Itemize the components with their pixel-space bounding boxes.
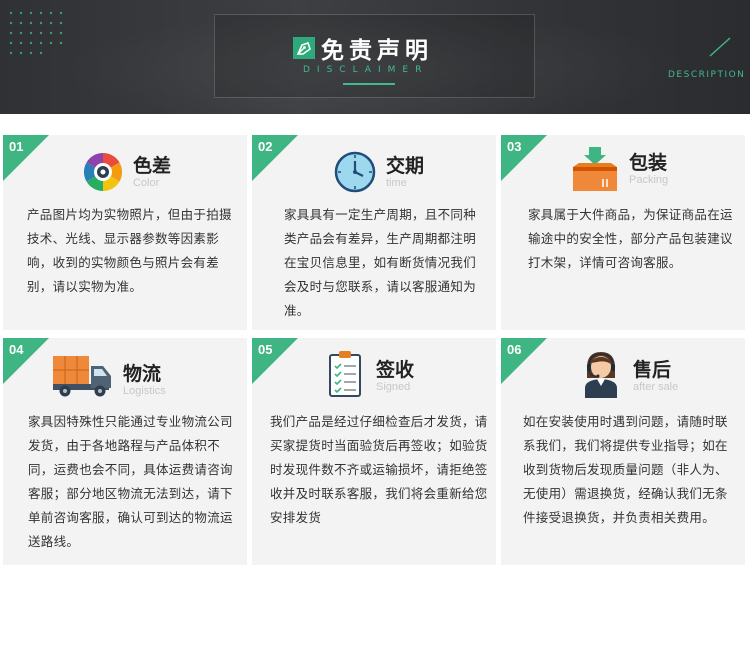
card-header: 包装 Packing xyxy=(569,145,668,193)
card-number: 05 xyxy=(258,342,273,357)
package-icon xyxy=(569,145,621,193)
slash-decoration xyxy=(709,37,731,57)
clock-icon xyxy=(334,151,380,193)
card-subtitle: after sale xyxy=(633,380,679,393)
title-row: 免责声明 xyxy=(293,31,433,65)
page-title: 免责声明 xyxy=(321,38,433,64)
card-number: 02 xyxy=(258,139,273,154)
card-subtitle: Logistics xyxy=(123,384,166,397)
pen-nib-icon xyxy=(293,37,315,59)
truck-icon xyxy=(53,352,115,398)
dot-grid-decoration xyxy=(9,11,63,55)
description-label: DESCRIPTION xyxy=(668,70,746,80)
page-subtitle: DISCLAIMER xyxy=(303,65,429,75)
card-header: 物流 Logistics xyxy=(53,352,166,398)
color-wheel-icon xyxy=(81,151,127,193)
card-number: 04 xyxy=(9,342,24,357)
disclaimer-card-logistics: 04 物流 Logistics 家具因特殊性只能通过专业物流公司发货，由于各地路… xyxy=(3,338,247,565)
title-box: 免责声明 DISCLAIMER xyxy=(214,14,535,98)
card-number: 06 xyxy=(507,342,522,357)
disclaimer-card-time: 02 交期 time 家具具有一定生产周期，且不同种类产品会有差异，生产周期都注… xyxy=(252,135,496,330)
card-number: 03 xyxy=(507,139,522,154)
card-body: 产品图片均为实物照片，但由于拍摄技术、光线、显示器参数等因素影响，收到的实物颜色… xyxy=(27,207,232,294)
disclaimer-card-signed: 05 签收 Signed 我们产品是经过仔细检查后才发货，请买家提货时当面验货后… xyxy=(252,338,496,565)
disclaimer-card-packing: 03 包装 Packing 家具属于大件商品，为保证商品在运输途中的安全性，部分… xyxy=(501,135,745,330)
card-title: 包装 xyxy=(629,151,668,174)
card-body: 家具因特殊性只能通过专业物流公司发货，由于各地路程与产品体积不同，运费也会不同，… xyxy=(28,414,233,549)
card-title: 交期 xyxy=(386,154,425,177)
card-header: 色差 Color xyxy=(81,151,171,193)
card-body: 家具具有一定生产周期，且不同种类产品会有差异，生产周期都注明在宝贝信息里，如有断… xyxy=(284,207,477,318)
card-subtitle: Signed xyxy=(376,380,411,393)
card-body: 家具属于大件商品，为保证商品在运输途中的安全性，部分产品包装建议打木架，详情可咨… xyxy=(528,207,733,270)
disclaimer-card-after-sale: 06 售后 after sale 如在安装使用时遇到问题，请随时联系我们，我们将… xyxy=(501,338,745,565)
header-banner: 免责声明 DISCLAIMER DESCRIPTION xyxy=(0,0,750,114)
card-title: 签收 xyxy=(376,358,415,381)
card-subtitle: Color xyxy=(133,176,160,189)
headset-agent-icon xyxy=(581,348,621,398)
clipboard-icon xyxy=(328,350,364,398)
card-header: 交期 time xyxy=(334,151,424,193)
card-header: 售后 after sale xyxy=(581,348,678,398)
title-underline xyxy=(343,83,395,85)
card-title: 色差 xyxy=(133,154,172,177)
card-header: 签收 Signed xyxy=(328,350,414,398)
disclaimer-card-color: 01 色差 Color 产品图片均为实物照片，但由于拍摄技术、光线、显示器参数等… xyxy=(3,135,247,330)
card-title: 物流 xyxy=(123,362,162,385)
card-title: 售后 xyxy=(633,358,672,381)
card-subtitle: Packing xyxy=(629,173,669,186)
card-subtitle: time xyxy=(386,176,407,189)
card-body: 如在安装使用时遇到问题，请随时联系我们，我们将提供专业指导；如在收到货物后发现质… xyxy=(523,414,728,525)
card-body: 我们产品是经过仔细检查后才发货，请买家提货时当面验货后再签收；如验货时发现件数不… xyxy=(270,414,488,525)
card-number: 01 xyxy=(9,139,24,154)
